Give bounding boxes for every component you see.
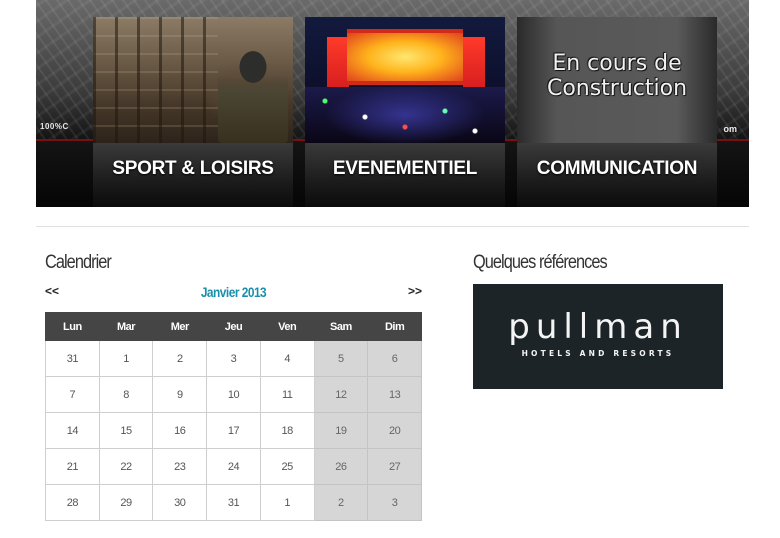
tile-caption-communication: COMMUNICATION — [517, 143, 717, 207]
calendar-title: Calendrier — [45, 252, 112, 273]
calendar-day[interactable]: 25 — [259, 448, 315, 485]
calendar-day-weekend[interactable]: 20 — [367, 412, 422, 449]
calendar-week-row: 21 22 23 24 25 26 27 — [45, 448, 422, 485]
weekday-header-row: Lun Mar Mer Jeu Ven Sam Dim — [45, 312, 422, 341]
event-stage-photo — [305, 17, 505, 143]
calendar-month-label[interactable]: Janvier 2013 — [73, 284, 393, 300]
pullman-logo-tagline: HOTELS AND RESORTS — [521, 349, 675, 358]
paintball-player-figure — [218, 47, 288, 143]
calendar-week-row: 28 29 30 31 1 2 3 — [45, 484, 422, 521]
calendar-day[interactable]: 17 — [206, 412, 261, 449]
calendar-day[interactable]: 24 — [206, 448, 261, 485]
sport-photo-structure — [93, 17, 218, 143]
sport-photo — [93, 17, 293, 143]
banner-brand-text-right: om — [723, 124, 738, 134]
calendar-day[interactable]: 29 — [98, 484, 154, 521]
section-divider — [36, 226, 749, 227]
pullman-logo-name: pullman — [508, 307, 688, 347]
weekday-header: Dim — [367, 312, 422, 341]
calendar-day[interactable]: 15 — [98, 412, 154, 449]
calendar-day[interactable]: 22 — [98, 448, 154, 485]
banner-brand-text: 100%C — [40, 122, 69, 131]
tile-caption-evenementiel: EVENEMENTIEL — [305, 143, 505, 207]
calendar-day-weekend[interactable]: 3 — [367, 484, 422, 521]
references-title: Quelques références — [473, 252, 608, 273]
pullman-logo[interactable]: pullman HOTELS AND RESORTS — [473, 284, 723, 389]
calendar-day-weekend[interactable]: 2 — [313, 484, 369, 521]
calendar-day[interactable]: 2 — [152, 340, 208, 377]
category-banner: 100%C om SPORT & LOISIRS EVENEMENTIEL En… — [36, 0, 749, 207]
calendar-day[interactable]: 1 — [259, 484, 315, 521]
calendar-day-weekend[interactable]: 26 — [313, 448, 369, 485]
weekday-header: Sam — [313, 312, 369, 341]
calendar-day[interactable]: 10 — [206, 376, 261, 413]
tile-communication[interactable]: En cours de Construction COMMUNICATION — [517, 17, 717, 207]
under-construction-image: En cours de Construction — [517, 17, 717, 143]
weekday-header: Mer — [152, 312, 208, 341]
calendar-day[interactable]: 21 — [45, 448, 100, 485]
calendar-day[interactable]: 30 — [152, 484, 208, 521]
calendar-day[interactable]: 11 — [259, 376, 315, 413]
calendar-day[interactable]: 14 — [45, 412, 100, 449]
calendar-day[interactable]: 1 — [98, 340, 154, 377]
calendar-week-row: 14 15 16 17 18 19 20 — [45, 412, 422, 449]
calendar-grid: Lun Mar Mer Jeu Ven Sam Dim 31 1 2 3 4 5… — [45, 312, 422, 521]
calendar-day-weekend[interactable]: 5 — [313, 340, 369, 377]
calendar-day[interactable]: 9 — [152, 376, 208, 413]
calendar-day-weekend[interactable]: 13 — [367, 376, 422, 413]
calendar-day[interactable]: 16 — [152, 412, 208, 449]
stage-side-panel-right — [463, 37, 485, 87]
calendar-day-weekend[interactable]: 12 — [313, 376, 369, 413]
under-construction-text: En cours de Construction — [517, 51, 717, 101]
tile-caption-sport: SPORT & LOISIRS — [93, 143, 293, 207]
calendar-day-weekend[interactable]: 27 — [367, 448, 422, 485]
calendar-day[interactable]: 3 — [206, 340, 261, 377]
stage-side-panel-left — [327, 37, 349, 87]
calendar-day[interactable]: 31 — [45, 340, 100, 377]
calendar-day-weekend[interactable]: 6 — [367, 340, 422, 377]
calendar-day[interactable]: 8 — [98, 376, 154, 413]
weekday-header: Lun — [45, 312, 100, 341]
stage-lights — [305, 87, 505, 143]
calendar-week-row: 7 8 9 10 11 12 13 — [45, 376, 422, 413]
tile-evenementiel[interactable]: EVENEMENTIEL — [305, 17, 505, 207]
tile-sport-loisirs[interactable]: SPORT & LOISIRS — [93, 17, 293, 207]
calendar-day[interactable]: 31 — [206, 484, 261, 521]
calendar-day[interactable]: 4 — [259, 340, 315, 377]
under-construction-line1: En cours de — [552, 51, 682, 76]
calendar-day[interactable]: 28 — [45, 484, 100, 521]
prev-month-link[interactable]: << — [45, 284, 59, 298]
weekday-header: Mar — [98, 312, 154, 341]
stage-screen — [347, 29, 463, 85]
weekday-header: Ven — [259, 312, 315, 341]
calendar-day[interactable]: 23 — [152, 448, 208, 485]
calendar-day[interactable]: 7 — [45, 376, 100, 413]
next-month-link[interactable]: >> — [408, 284, 422, 298]
calendar-week-row: 31 1 2 3 4 5 6 — [45, 340, 422, 377]
under-construction-line2: Construction — [546, 76, 688, 101]
weekday-header: Jeu — [206, 312, 261, 341]
calendar-day[interactable]: 18 — [259, 412, 315, 449]
calendar-navigation: << Janvier 2013 >> — [45, 284, 422, 302]
calendar-day-weekend[interactable]: 19 — [313, 412, 369, 449]
